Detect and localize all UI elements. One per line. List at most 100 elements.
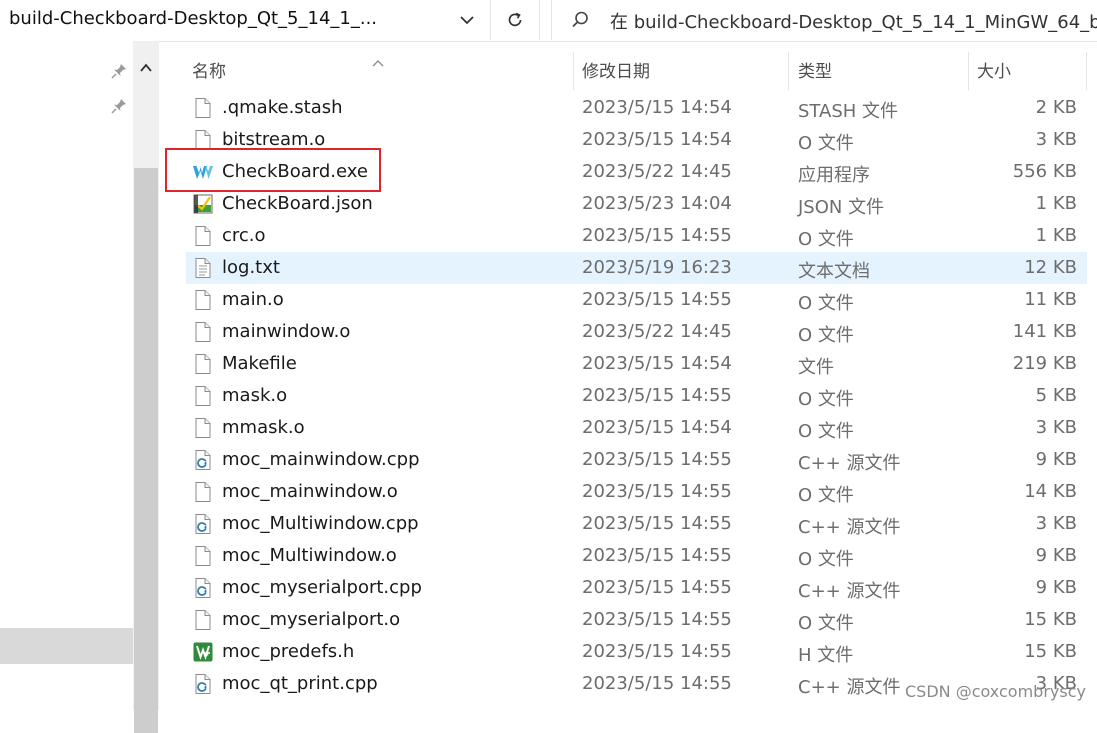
file-type: C++ 源文件	[798, 581, 901, 602]
file-size: 15 KB	[1024, 609, 1077, 630]
refresh-button[interactable]	[490, 0, 540, 40]
column-header: 名称 修改日期 类型 大小	[186, 52, 1087, 90]
address-bar[interactable]: build-Checkboard-Desktop_Qt_5_14_1_...	[0, 0, 450, 40]
file-name: moc_myserialport.o	[222, 609, 401, 630]
blank-file-icon	[192, 481, 214, 503]
file-modified-date: 2023/5/15 14:55	[582, 449, 732, 470]
file-name: moc_qt_print.cpp	[222, 673, 378, 694]
nav-selected-item[interactable]	[0, 628, 133, 664]
column-divider[interactable]	[573, 52, 574, 90]
file-type: H 文件	[798, 645, 854, 666]
file-size: 5 KB	[1035, 385, 1077, 406]
file-name: moc_Multiwindow.cpp	[222, 513, 419, 534]
file-modified-date: 2023/5/15 14:55	[582, 385, 732, 406]
file-name: mainwindow.o	[222, 321, 351, 342]
file-size: 1 KB	[1035, 193, 1077, 214]
file-modified-date: 2023/5/15 14:54	[582, 353, 732, 374]
file-name: crc.o	[222, 225, 266, 246]
blank-file-icon	[192, 609, 214, 631]
file-row[interactable]: log.txt 2023/5/19 16:23 文本文档 12 KB	[186, 252, 1087, 284]
file-row[interactable]: moc_mainwindow.o 2023/5/15 14:55 O 文件 14 KB	[186, 476, 1087, 508]
file-size: 15 KB	[1024, 641, 1077, 662]
file-name: moc_mainwindow.cpp	[222, 449, 420, 470]
blank-file-icon	[192, 417, 214, 439]
file-modified-date: 2023/5/15 14:54	[582, 97, 732, 118]
nav-scrollbar[interactable]	[133, 41, 159, 733]
file-modified-date: 2023/5/15 14:55	[582, 673, 732, 694]
file-type: 文本文档	[798, 261, 870, 282]
file-modified-date: 2023/5/15 14:55	[582, 577, 732, 598]
file-row[interactable]: moc_myserialport.cpp 2023/5/15 14:55 C++ 源…	[186, 572, 1087, 604]
blank-file-icon	[192, 289, 214, 311]
column-modified-header[interactable]: 修改日期	[582, 52, 650, 90]
file-row[interactable]: moc_myserialport.o 2023/5/15 14:55 O 文件 15 …	[186, 604, 1087, 636]
file-row[interactable]: main.o 2023/5/15 14:55 O 文件 11 KB	[186, 284, 1087, 316]
column-name-header[interactable]: 名称	[192, 52, 226, 90]
file-name: moc_myserialport.cpp	[222, 577, 422, 598]
file-modified-date: 2023/5/19 16:23	[582, 257, 732, 278]
file-size: 141 KB	[1012, 321, 1077, 342]
file-type: C++ 源文件	[798, 677, 901, 698]
column-divider[interactable]	[788, 52, 789, 90]
file-row[interactable]: mainwindow.o 2023/5/22 14:45 O 文件 141 KB	[186, 316, 1087, 348]
scrollbar-thumb[interactable]	[134, 168, 158, 733]
pin-icon[interactable]	[110, 62, 128, 80]
file-type: 文件	[798, 357, 834, 378]
pin-icon[interactable]	[110, 97, 128, 115]
file-row[interactable]: moc_Multiwindow.cpp 2023/5/15 14:55 C++ 源文…	[186, 508, 1087, 540]
file-type: STASH 文件	[798, 101, 899, 122]
blank-file-icon	[192, 385, 214, 407]
file-row[interactable]: Makefile 2023/5/15 14:54 文件 219 KB	[186, 348, 1087, 380]
file-row[interactable]: crc.o 2023/5/15 14:55 O 文件 1 KB	[186, 220, 1087, 252]
file-name: mmask.o	[222, 417, 305, 438]
column-size-header[interactable]: 大小	[977, 52, 1011, 90]
column-divider[interactable]	[968, 52, 969, 90]
file-size: 2 KB	[1035, 97, 1077, 118]
file-size: 1 KB	[1035, 225, 1077, 246]
navigation-pane	[0, 41, 133, 710]
file-size: 14 KB	[1024, 481, 1077, 502]
file-type: O 文件	[798, 293, 854, 314]
file-size: 556 KB	[1012, 161, 1077, 182]
search-input[interactable]: 在 build-Checkboard-Desktop_Qt_5_14_1_Min…	[610, 8, 1097, 34]
refresh-icon	[508, 12, 522, 27]
chevron-down-icon[interactable]	[456, 10, 478, 30]
address-toolbar: build-Checkboard-Desktop_Qt_5_14_1_... 在…	[0, 0, 1097, 42]
file-type: 应用程序	[798, 165, 870, 186]
file-size: 11 KB	[1024, 289, 1077, 310]
file-modified-date: 2023/5/15 14:55	[582, 513, 732, 534]
file-modified-date: 2023/5/15 14:55	[582, 289, 732, 310]
file-row[interactable]: .qmake.stash 2023/5/15 14:54 STASH 文件 2 KB	[186, 92, 1087, 124]
file-type: C++ 源文件	[798, 517, 901, 538]
file-name: bitstream.o	[222, 129, 326, 150]
file-modified-date: 2023/5/23 14:04	[582, 193, 732, 214]
scroll-up-arrow-icon[interactable]	[139, 59, 153, 72]
blank-file-icon	[192, 225, 214, 247]
json-file-icon	[192, 193, 214, 215]
highlight-callout-box	[165, 148, 381, 192]
file-modified-date: 2023/5/15 14:55	[582, 225, 732, 246]
address-path[interactable]: build-Checkboard-Desktop_Qt_5_14_1_...	[9, 8, 377, 29]
column-type-header[interactable]: 类型	[798, 52, 832, 90]
file-name: main.o	[222, 289, 284, 310]
file-size: 219 KB	[1012, 353, 1077, 374]
file-modified-date: 2023/5/22 14:45	[582, 161, 732, 182]
blank-file-icon	[192, 545, 214, 567]
file-modified-date: 2023/5/15 14:55	[582, 545, 732, 566]
file-row[interactable]: moc_predefs.h 2023/5/15 14:55 H 文件 15 KB	[186, 636, 1087, 668]
file-modified-date: 2023/5/15 14:54	[582, 417, 732, 438]
search-box[interactable]: 在 build-Checkboard-Desktop_Qt_5_14_1_Min…	[551, 0, 1097, 40]
file-row[interactable]: mmask.o 2023/5/15 14:54 O 文件 3 KB	[186, 412, 1087, 444]
file-row[interactable]: CheckBoard.json 2023/5/23 14:04 JSON 文件 1 K…	[186, 188, 1087, 220]
file-modified-date: 2023/5/15 14:54	[582, 129, 732, 150]
file-row[interactable]: moc_Multiwindow.o 2023/5/15 14:55 O 文件 9 KB	[186, 540, 1087, 572]
file-row[interactable]: mask.o 2023/5/15 14:55 O 文件 5 KB	[186, 380, 1087, 412]
file-type: O 文件	[798, 229, 854, 250]
file-type: O 文件	[798, 549, 854, 570]
blank-file-icon	[192, 353, 214, 375]
file-type: O 文件	[798, 389, 854, 410]
text-file-icon	[192, 257, 214, 279]
column-divider[interactable]	[1086, 52, 1087, 90]
file-row[interactable]: moc_mainwindow.cpp 2023/5/15 14:55 C++ 源文件…	[186, 444, 1087, 476]
file-name: mask.o	[222, 385, 288, 406]
